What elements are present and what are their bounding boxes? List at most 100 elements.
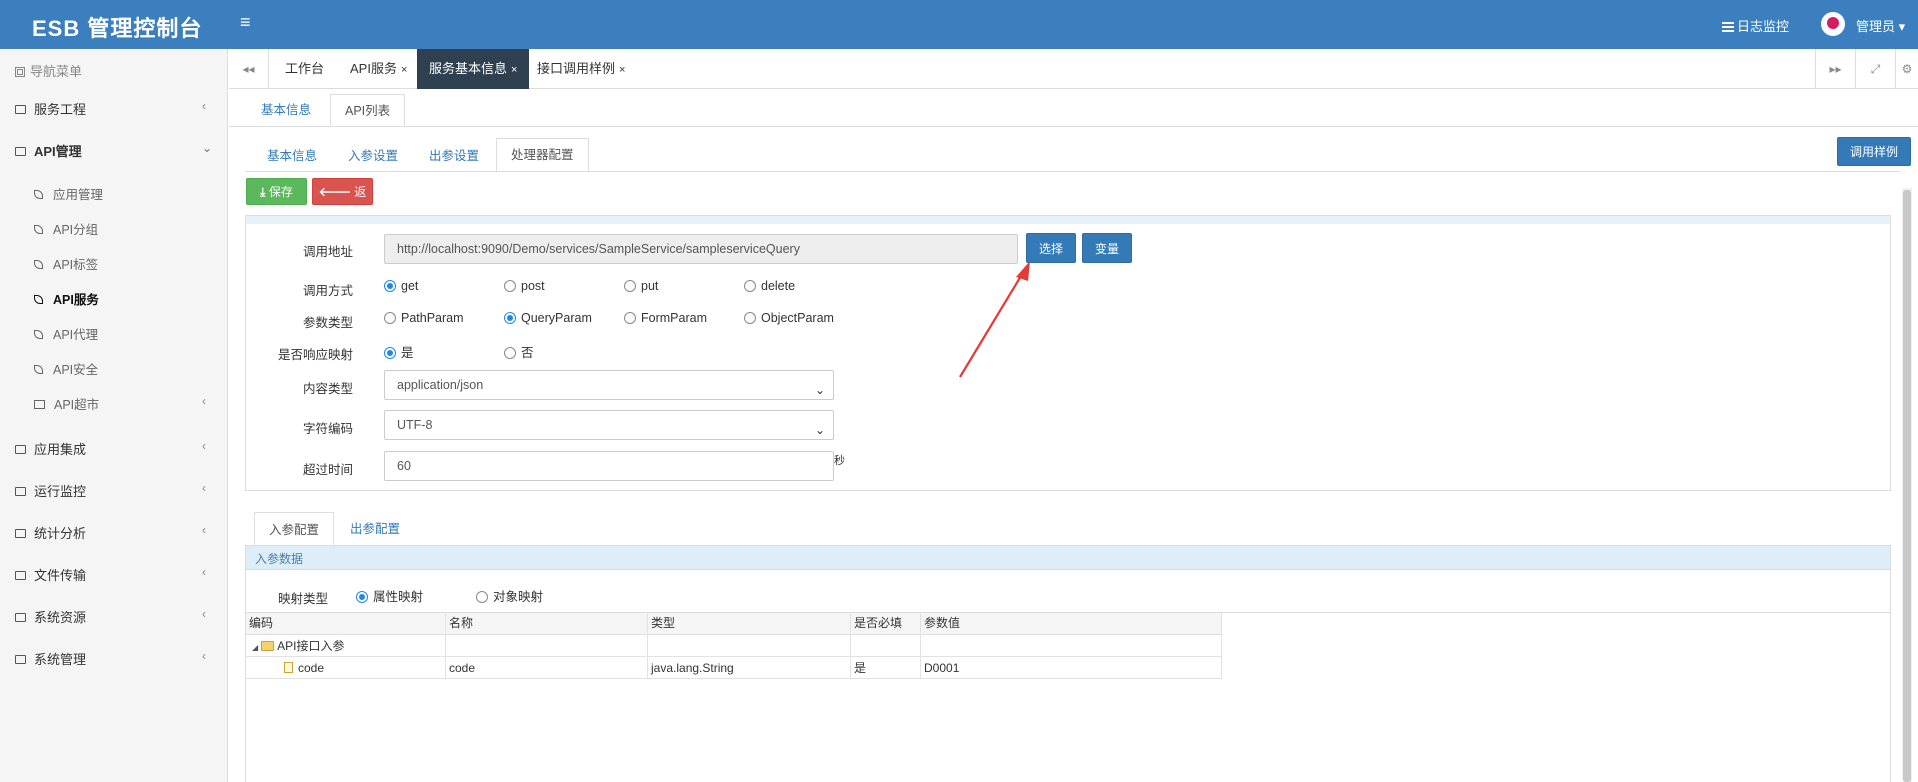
tab-processor-config[interactable]: 处理器配置 <box>496 138 589 172</box>
sidebar-item-run-monitor[interactable]: 运行监控 ‹ <box>15 481 206 500</box>
expand-icon[interactable]: ⤢ <box>1855 49 1895 89</box>
app-brand: ESB 管理控制台 <box>32 16 203 41</box>
chevron-left-icon: ‹ <box>202 439 206 453</box>
radio-object-param[interactable]: ObjectParam <box>744 310 834 325</box>
sidebar: 导航菜单 服务工程 ‹ API管理 ⌄ 应用管理 API分组 API标签 API服务… <box>0 49 228 782</box>
folder-icon <box>261 641 275 651</box>
avatar-icon[interactable] <box>1821 12 1845 36</box>
tab-basic-info[interactable]: 基本信息 <box>247 94 325 126</box>
close-icon[interactable]: × <box>401 64 407 76</box>
chevron-left-icon: ‹ <box>202 523 206 537</box>
radio-response-map-no[interactable]: 否 <box>504 342 534 361</box>
close-icon[interactable]: × <box>619 64 625 76</box>
folder-icon <box>34 400 45 409</box>
chevron-left-icon: ‹ <box>202 607 206 621</box>
folder-icon <box>15 487 26 496</box>
radio-attribute-map[interactable]: 属性映射 <box>356 586 423 605</box>
radio-method-post[interactable]: post <box>504 278 545 293</box>
charset-label: 字符编码 <box>302 422 353 436</box>
tab-workbench[interactable]: 工作台 <box>273 49 336 89</box>
sidebar-item-app-integration[interactable]: 应用集成 ‹ <box>15 439 206 458</box>
table-row[interactable]: ◢ API接口入参 <box>246 635 1222 657</box>
sidebar-sub-api-market[interactable]: API超市 ‹ <box>34 394 206 413</box>
folder-icon <box>15 655 26 664</box>
timeout-label: 超过时间 <box>302 463 353 477</box>
sidebar-sub-api-security[interactable]: API安全 <box>34 359 98 378</box>
tab-inner-input-params[interactable]: 入参设置 <box>334 140 412 172</box>
radio-response-map-yes[interactable]: 是 <box>384 342 414 361</box>
leaf-icon <box>34 295 43 304</box>
radio-method-delete[interactable]: delete <box>744 278 795 293</box>
sidebar-sub-api-service[interactable]: API服务 <box>34 289 99 308</box>
table-row[interactable]: code code java.lang.String 是 D0001 <box>246 657 1222 679</box>
close-icon[interactable]: × <box>511 64 517 76</box>
tab-service-basic-info[interactable]: 服务基本信息 × <box>417 49 530 89</box>
variable-button[interactable]: 变量 <box>1082 233 1132 263</box>
radio-object-map[interactable]: 对象映射 <box>476 586 543 605</box>
log-monitor-link[interactable]: 日志监控 <box>1722 16 1789 35</box>
file-icon <box>284 662 293 673</box>
save-button[interactable]: ⤓ 保存 <box>246 178 307 205</box>
chevron-left-icon: ‹ <box>202 394 206 408</box>
leaf-icon <box>34 330 43 339</box>
user-menu[interactable]: 管理员 ▾ <box>1856 16 1905 35</box>
radio-path-param[interactable]: PathParam <box>384 310 464 325</box>
gear-icon[interactable]: ⚙ <box>1895 49 1918 89</box>
collapse-triangle-icon[interactable]: ◢ <box>252 643 258 652</box>
chevron-left-icon: ‹ <box>202 481 206 495</box>
col-header-value: 参数值 <box>921 613 1222 633</box>
double-left-icon[interactable]: ◂◂ <box>229 49 269 89</box>
radio-method-put[interactable]: put <box>624 278 658 293</box>
sidebar-sub-api-proxy[interactable]: API代理 <box>34 324 98 343</box>
call-example-button[interactable]: 调用样例 <box>1837 137 1911 166</box>
param-type-label: 参数类型 <box>302 316 353 330</box>
log-monitor-label: 日志监控 <box>1737 19 1790 34</box>
sidebar-sub-app-management[interactable]: 应用管理 <box>34 184 103 203</box>
sidebar-sub-api-tag[interactable]: API标签 <box>34 254 98 273</box>
col-header-type: 类型 <box>648 613 851 633</box>
leaf-icon <box>34 225 43 234</box>
radio-query-param[interactable]: QueryParam <box>504 310 592 325</box>
tab-api-list[interactable]: API列表 <box>330 94 406 126</box>
tab-inner-output-params[interactable]: 出参设置 <box>415 140 493 172</box>
sidebar-item-system-management[interactable]: 系统管理 ‹ <box>15 649 206 668</box>
chevron-down-icon: ⌄ <box>814 383 825 397</box>
sidebar-item-statistics[interactable]: 统计分析 ‹ <box>15 523 206 542</box>
method-label: 调用方式 <box>302 284 353 298</box>
sidebar-item-service-project[interactable]: 服务工程 ‹ <box>15 99 206 118</box>
back-button[interactable]: 🡐 返回 <box>312 178 373 226</box>
sidebar-item-system-resource[interactable]: 系统资源 ‹ <box>15 607 206 626</box>
table-header-row: 编码 名称 类型 是否必填 参数值 <box>246 613 1222 635</box>
url-label: 调用地址 <box>302 245 353 259</box>
scrollbar-thumb[interactable] <box>1903 190 1911 782</box>
charset-select[interactable]: UTF-8 ⌄ <box>384 410 834 440</box>
top-header: ESB 管理控制台 ≡ 日志监控 管理员 ▾ <box>0 0 1918 49</box>
sidebar-header: 导航菜单 <box>15 61 82 80</box>
content-type-select[interactable]: application/json ⌄ <box>384 370 834 400</box>
menu-icon[interactable]: ≡ <box>240 12 251 33</box>
content-type-label: 内容类型 <box>302 382 353 396</box>
tab-input-config[interactable]: 入参配置 <box>254 512 335 546</box>
folder-icon <box>15 613 26 622</box>
url-field[interactable]: http://localhost:9090/Demo/services/Samp… <box>384 234 1018 264</box>
chevron-down-icon: ⌄ <box>202 141 213 155</box>
folder-icon <box>15 529 26 538</box>
timeout-input[interactable]: 60 <box>384 451 834 481</box>
chevron-left-icon: ‹ <box>202 99 206 113</box>
radio-form-param[interactable]: FormParam <box>624 310 707 325</box>
tab-inner-basic-info[interactable]: 基本信息 <box>253 140 331 172</box>
sidebar-sub-api-group[interactable]: API分组 <box>34 219 98 238</box>
sidebar-item-file-transfer[interactable]: 文件传输 ‹ <box>15 565 206 584</box>
tab-output-config[interactable]: 出参配置 <box>336 512 414 546</box>
scrollbar[interactable] <box>1902 188 1912 782</box>
radio-method-get[interactable]: get <box>384 278 418 293</box>
tab-call-example[interactable]: 接口调用样例 × <box>525 49 637 89</box>
double-right-icon[interactable]: ▸▸ <box>1815 49 1855 89</box>
leaf-icon <box>34 260 43 269</box>
tab-api-service[interactable]: API服务 × <box>338 49 419 89</box>
chevron-down-icon: ⌄ <box>814 423 825 437</box>
param-section-title: 入参数据 <box>255 552 304 566</box>
leaf-icon <box>34 365 43 374</box>
sidebar-item-api-management[interactable]: API管理 ⌄ <box>15 141 212 160</box>
annotation-arrow <box>959 261 1030 378</box>
